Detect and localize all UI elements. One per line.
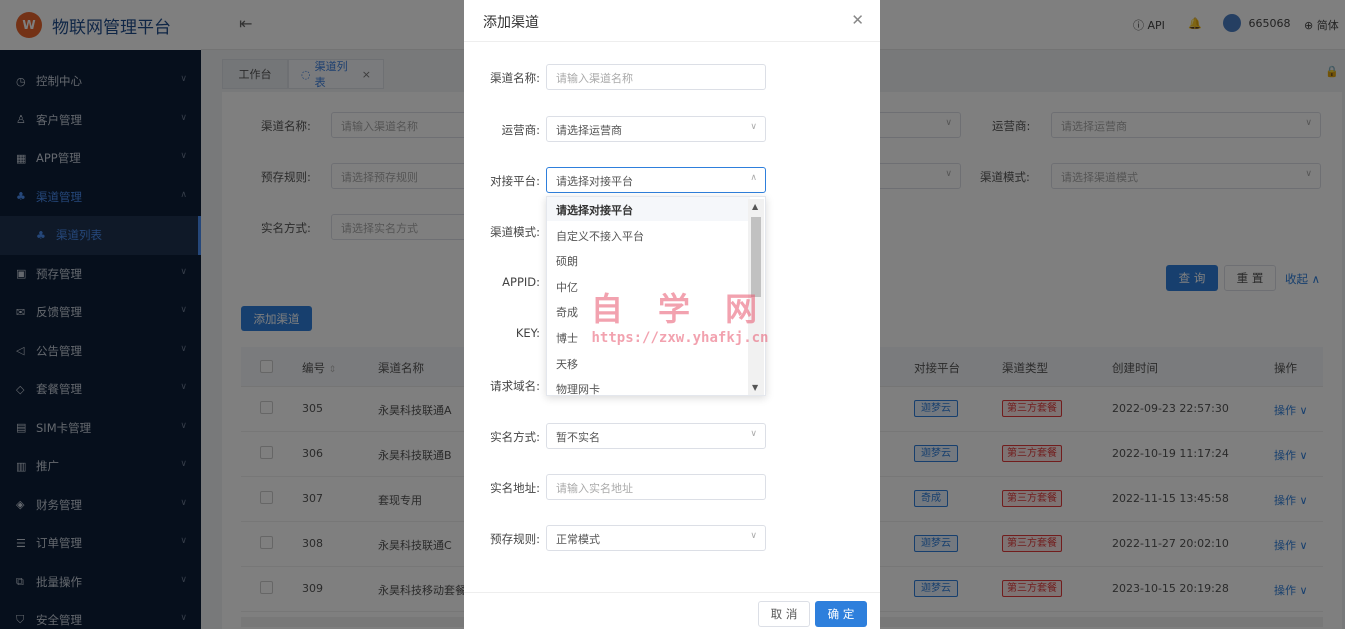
platform-option[interactable]: 中亿 xyxy=(556,279,578,295)
platform-select[interactable]: 请选择对接平台 ∧ xyxy=(546,167,766,193)
prestore-label: 预存规则: xyxy=(490,532,540,546)
dropdown-scrollbar[interactable]: ▲ ▼ xyxy=(748,199,764,395)
scroll-down-icon[interactable]: ▼ xyxy=(752,383,758,392)
dialog-header-divider xyxy=(464,41,880,42)
scroll-up-icon[interactable]: ▲ xyxy=(752,202,758,211)
chevron-up-icon: ∧ xyxy=(750,173,757,183)
prestore-select[interactable]: 正常模式 ∨ xyxy=(546,525,766,551)
mode-label: 渠道模式: xyxy=(490,225,540,239)
realname-select[interactable]: 暂不实名 ∨ xyxy=(546,423,766,449)
dialog-footer-divider xyxy=(464,592,880,593)
confirm-button[interactable]: 确 定 xyxy=(815,601,867,627)
name-label: 渠道名称: xyxy=(490,71,540,85)
platform-dropdown: 请选择对接平台 自定义不接入平台 硕朗中亿奇成博士天移物理网卡 ▲ ▼ xyxy=(546,196,766,396)
platform-label: 对接平台: xyxy=(490,174,540,188)
platform-option[interactable]: 天移 xyxy=(556,356,578,372)
platform-option[interactable]: 物理网卡 xyxy=(556,381,600,397)
key-label: KEY: xyxy=(515,326,540,340)
add-channel-dialog: 添加渠道 ✕ 渠道名称: 请输入渠道名称 运营商: 请选择运营商 ∨ 对接平台: … xyxy=(464,0,880,629)
prestore-value: 正常模式 xyxy=(556,533,600,546)
platform-option[interactable]: 自定义不接入平台 xyxy=(556,228,644,244)
chevron-down-icon: ∨ xyxy=(750,122,757,132)
platform-placeholder: 请选择对接平台 xyxy=(556,175,633,188)
channel-name-input[interactable]: 请输入渠道名称 xyxy=(546,64,766,90)
realname-url-label: 实名地址: xyxy=(490,481,540,495)
realname-url-input[interactable]: 请输入实名地址 xyxy=(546,474,766,500)
carrier-placeholder: 请选择运营商 xyxy=(556,124,622,137)
platform-option[interactable]: 硕朗 xyxy=(556,253,578,269)
cancel-button[interactable]: 取 消 xyxy=(758,601,810,627)
close-icon[interactable]: ✕ xyxy=(851,11,864,29)
carrier-select[interactable]: 请选择运营商 ∨ xyxy=(546,116,766,142)
platform-option[interactable]: 请选择对接平台 xyxy=(556,202,633,218)
dialog-title: 添加渠道 xyxy=(483,15,539,31)
scrollbar-thumb[interactable] xyxy=(751,217,761,297)
appid-label: APPID: xyxy=(502,275,540,289)
domain-label: 请求域名: xyxy=(490,379,540,393)
carrier-label: 运营商: xyxy=(501,123,540,137)
realname-label: 实名方式: xyxy=(490,430,540,444)
platform-option[interactable]: 博士 xyxy=(556,330,578,346)
platform-option[interactable]: 奇成 xyxy=(556,304,578,320)
chevron-down-icon: ∨ xyxy=(750,531,757,541)
realname-value: 暂不实名 xyxy=(556,431,600,444)
chevron-down-icon: ∨ xyxy=(750,429,757,439)
